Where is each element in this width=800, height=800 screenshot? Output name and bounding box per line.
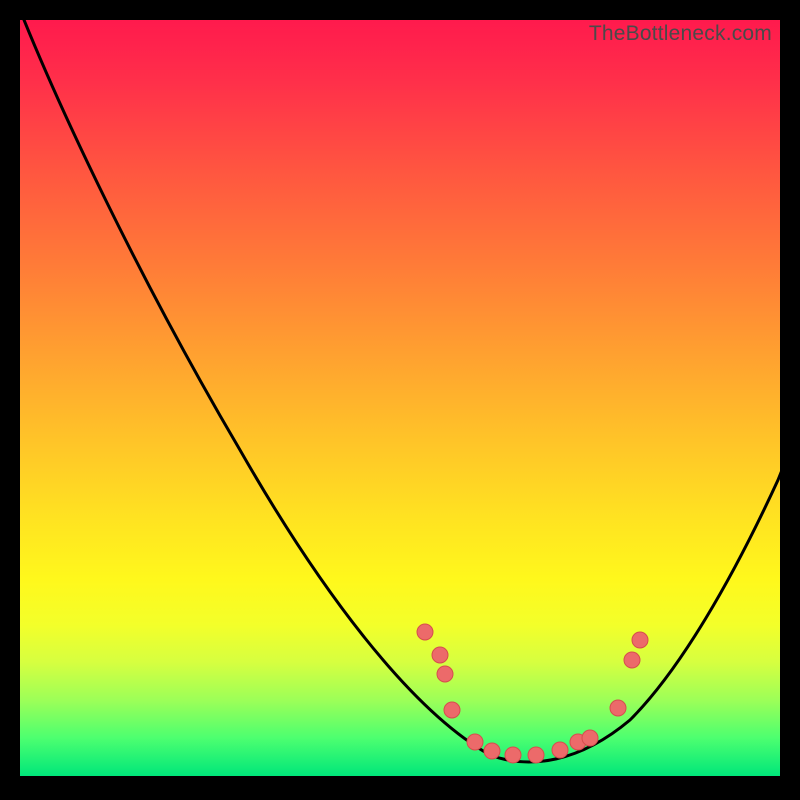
chart-frame: TheBottleneck.com: [20, 20, 780, 780]
watermark-text: TheBottleneck.com: [589, 22, 772, 46]
plot-background-gradient: [20, 20, 780, 776]
bottom-axis-strip: [20, 776, 780, 780]
